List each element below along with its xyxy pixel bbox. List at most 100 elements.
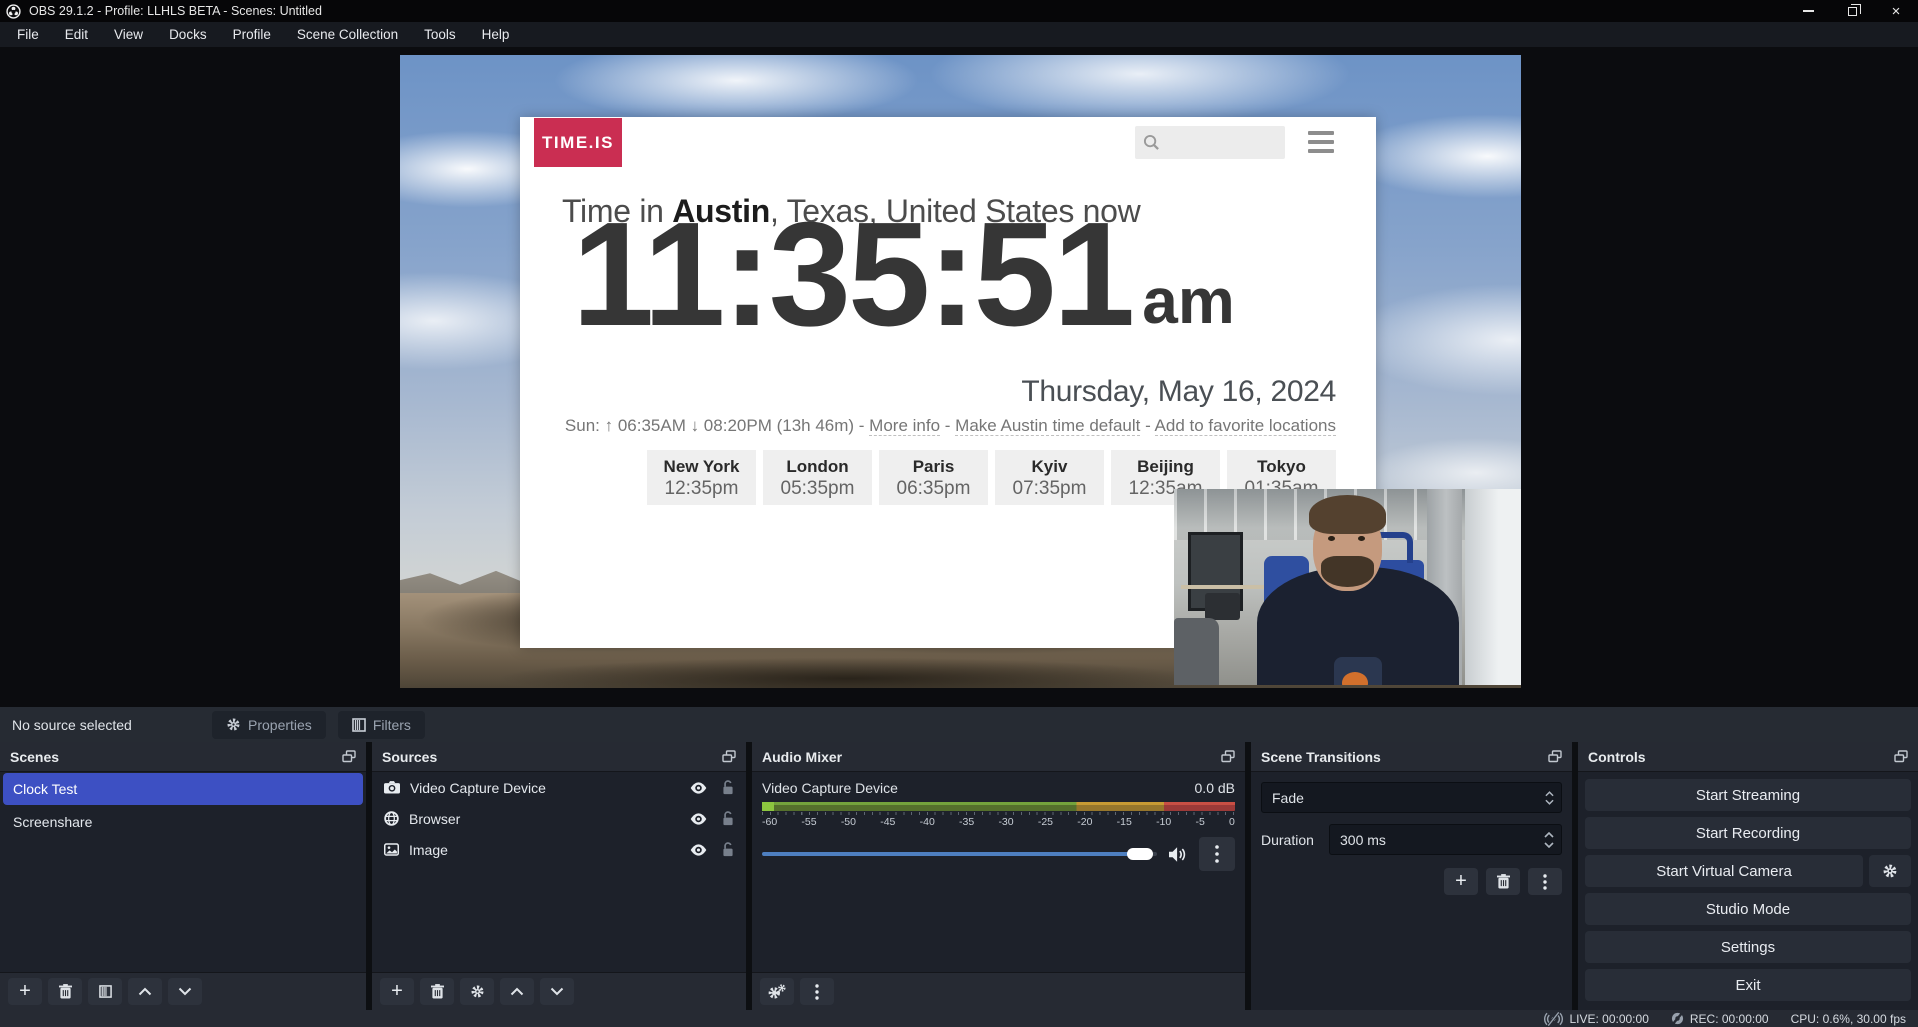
remove-transition-button[interactable]: [1486, 868, 1520, 895]
properties-button[interactable]: Properties: [212, 711, 326, 739]
menu-bar: File Edit View Docks Profile Scene Colle…: [0, 22, 1918, 47]
rec-timecode: REC: 00:00:00: [1690, 1012, 1769, 1026]
advanced-audio-button[interactable]: [760, 978, 794, 1005]
minimize-button[interactable]: [1786, 0, 1830, 22]
exit-button[interactable]: Exit: [1585, 969, 1911, 1001]
trash-icon: [1497, 874, 1510, 889]
chevron-down-icon: [1545, 799, 1554, 805]
unlock-icon[interactable]: [722, 842, 734, 857]
source-item-browser[interactable]: Browser: [372, 803, 746, 834]
trash-icon: [431, 984, 444, 999]
virtual-camera-settings-button[interactable]: [1869, 855, 1911, 887]
search-icon: [1143, 134, 1160, 151]
add-source-button[interactable]: +: [380, 978, 414, 1005]
city-card: Paris06:35pm: [879, 450, 988, 505]
globe-icon: [384, 811, 399, 826]
settings-button[interactable]: Settings: [1585, 931, 1911, 963]
transition-select[interactable]: Fade: [1261, 782, 1562, 813]
close-button[interactable]: ×: [1874, 0, 1918, 22]
mixer-level-db: 0.0 dB: [1195, 780, 1235, 796]
popout-icon[interactable]: [1548, 750, 1562, 763]
kebab-icon: [1215, 845, 1219, 863]
selection-status: No source selected: [12, 717, 212, 733]
kebab-icon: [1543, 874, 1547, 890]
city-card: London05:35pm: [763, 450, 872, 505]
meter-tick-labels: -60-55-50-45-40-35-30-25-20-15-10-50: [762, 816, 1235, 828]
remove-scene-button[interactable]: [48, 978, 82, 1005]
menu-scene-collection[interactable]: Scene Collection: [284, 22, 411, 47]
menu-tools[interactable]: Tools: [411, 22, 469, 47]
controls-panel: Controls Start Streaming Start Recording…: [1578, 742, 1918, 1010]
mixer-options-button[interactable]: [1199, 837, 1235, 871]
obs-window: OBS 29.1.2 - Profile: LLHLS BETA - Scene…: [0, 0, 1918, 1027]
menu-file[interactable]: File: [4, 22, 52, 47]
meter-minor-ticks: [762, 812, 1235, 815]
restore-icon: [1848, 7, 1857, 16]
scene-item-screenshare[interactable]: Screenshare: [3, 806, 363, 838]
eye-icon[interactable]: [690, 813, 707, 825]
volume-slider-handle[interactable]: [1127, 848, 1153, 860]
unlock-icon[interactable]: [722, 811, 734, 826]
duration-label: Duration: [1261, 832, 1321, 848]
add-scene-button[interactable]: +: [8, 978, 42, 1005]
menu-edit[interactable]: Edit: [52, 22, 101, 47]
source-move-up-button[interactable]: [500, 978, 534, 1005]
remove-source-button[interactable]: [420, 978, 454, 1005]
volume-slider[interactable]: [762, 852, 1157, 856]
double-gear-icon: [767, 984, 787, 1000]
volume-meter: [762, 802, 1235, 811]
chevron-up-icon: [138, 987, 152, 996]
live-timecode: LIVE: 00:00:00: [1569, 1012, 1648, 1026]
menu-profile[interactable]: Profile: [220, 22, 284, 47]
minimize-icon: [1803, 10, 1814, 12]
scene-move-down-button[interactable]: [168, 978, 202, 1005]
eye-icon[interactable]: [690, 844, 707, 856]
make-default-link: Make Austin time default: [955, 416, 1140, 436]
transition-options-button[interactable]: [1528, 868, 1562, 895]
controls-header: Controls: [1578, 742, 1918, 772]
menu-docks[interactable]: Docks: [156, 22, 220, 47]
scenes-toolbar: +: [0, 972, 366, 1010]
source-move-down-button[interactable]: [540, 978, 574, 1005]
scenes-panel: Scenes Clock Test Screenshare +: [0, 742, 366, 1010]
mixer-menu-button[interactable]: [800, 978, 834, 1005]
source-item-video-capture[interactable]: Video Capture Device: [372, 772, 746, 803]
sources-toolbar: +: [372, 972, 746, 1010]
filters-icon: [99, 985, 112, 998]
timeis-search-box: [1135, 126, 1285, 159]
preview-canvas[interactable]: TIME.IS Time in Austin, Texas, United St…: [400, 55, 1521, 688]
window-title: OBS 29.1.2 - Profile: LLHLS BETA - Scene…: [29, 4, 322, 18]
add-favorite-link: Add to favorite locations: [1155, 416, 1336, 436]
chevron-down-icon: [178, 987, 192, 996]
duration-spinner[interactable]: 300 ms: [1329, 824, 1562, 855]
scene-move-up-button[interactable]: [128, 978, 162, 1005]
start-streaming-button[interactable]: Start Streaming: [1585, 779, 1911, 811]
scene-filters-button[interactable]: [88, 978, 122, 1005]
restore-button[interactable]: [1830, 0, 1874, 22]
mixer-toolbar: [752, 972, 1245, 1010]
filters-button[interactable]: Filters: [338, 711, 425, 739]
source-item-image[interactable]: Image: [372, 834, 746, 865]
menu-help[interactable]: Help: [469, 22, 523, 47]
eye-icon[interactable]: [690, 782, 707, 794]
popout-icon[interactable]: [722, 750, 736, 763]
studio-mode-button[interactable]: Studio Mode: [1585, 893, 1911, 925]
plus-icon: +: [391, 981, 403, 1001]
popout-icon[interactable]: [1894, 750, 1908, 763]
scene-item-clock-test[interactable]: Clock Test: [3, 773, 363, 805]
start-recording-button[interactable]: Start Recording: [1585, 817, 1911, 849]
menu-view[interactable]: View: [101, 22, 156, 47]
add-transition-button[interactable]: +: [1444, 868, 1478, 895]
start-virtual-camera-button[interactable]: Start Virtual Camera: [1585, 855, 1863, 887]
chevron-down-icon[interactable]: [1544, 842, 1554, 848]
chevron-down-icon: [550, 987, 564, 996]
gear-icon: [1882, 863, 1898, 879]
popout-icon[interactable]: [342, 750, 356, 763]
popout-icon[interactable]: [1221, 750, 1235, 763]
speaker-icon[interactable]: [1169, 847, 1187, 862]
chevron-up-icon[interactable]: [1544, 832, 1554, 838]
transitions-header: Scene Transitions: [1251, 742, 1572, 772]
unlock-icon[interactable]: [722, 780, 734, 795]
source-properties-button[interactable]: [460, 978, 494, 1005]
audio-mixer-panel: Audio Mixer Video Capture Device 0.0 dB …: [752, 742, 1245, 1010]
